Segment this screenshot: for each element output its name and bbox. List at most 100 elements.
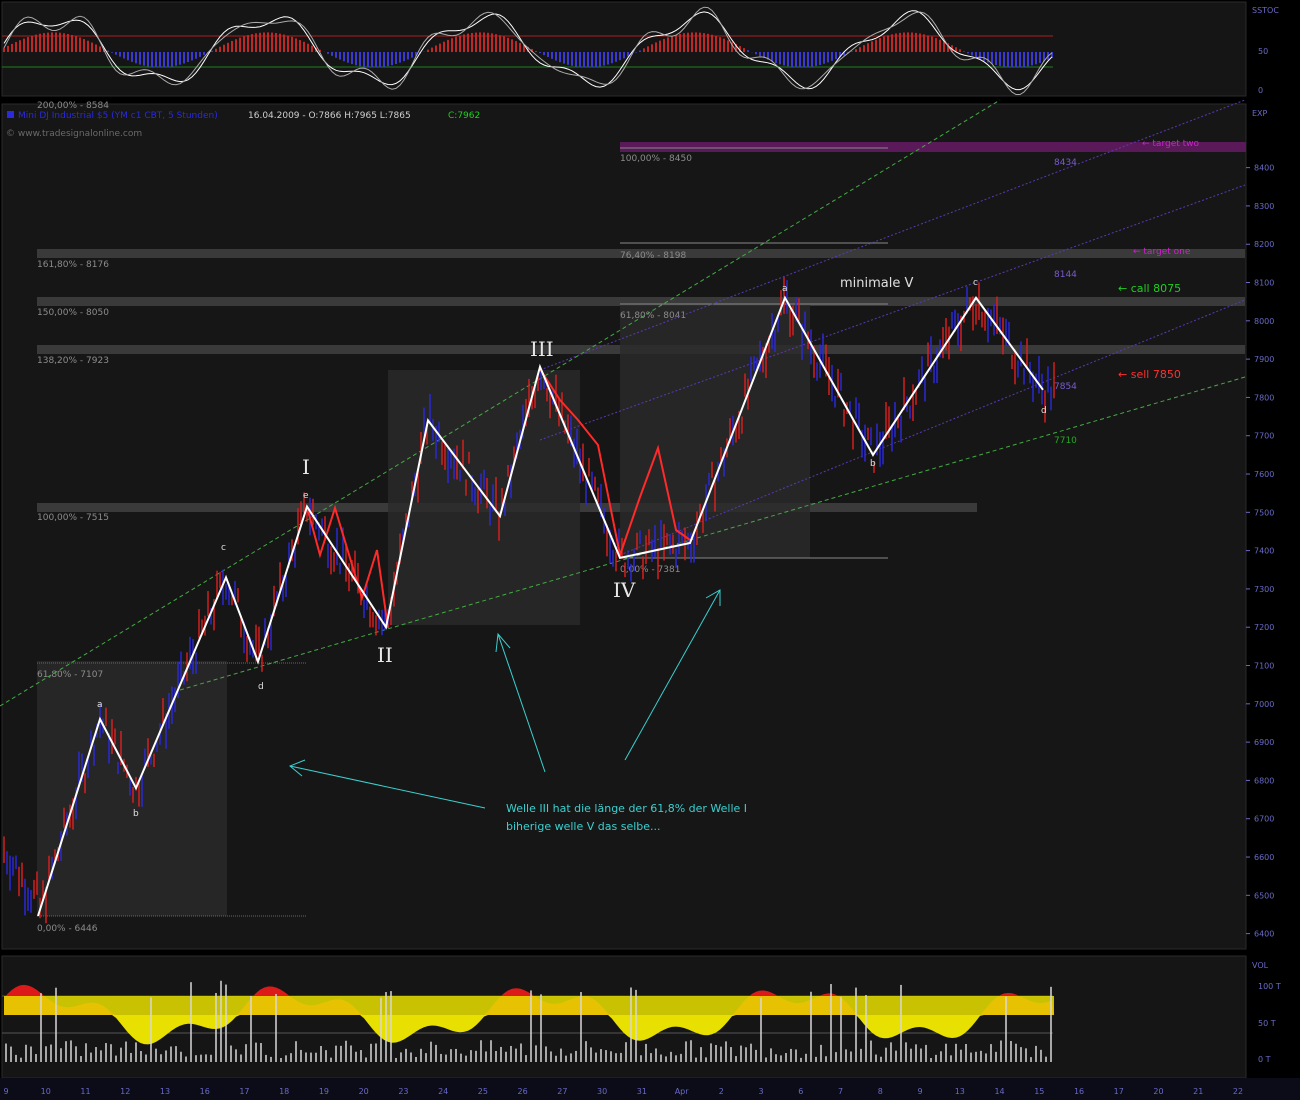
price-tick-label: 7600	[1254, 470, 1274, 479]
fib-band-8050	[37, 297, 1245, 306]
instrument-label: Mini DJ Industrial $5 (YM c1 CBT, 5 Stun…	[18, 111, 218, 121]
close-label: C:7962	[448, 111, 480, 121]
price-tick-label: 7700	[1254, 432, 1274, 441]
date-tick-label: 15	[1034, 1087, 1044, 1096]
sell-label: ← sell 7850	[1118, 368, 1181, 381]
volume-axis-title: VOL	[1252, 961, 1269, 970]
stochastic-panel	[1, 1, 1247, 97]
call-label: ← call 8075	[1118, 282, 1181, 295]
date-tick-label: 6	[798, 1087, 803, 1096]
chart-canvas: SSTOC EXP VOL 50 0 100 T 50 T 0 T Mini D…	[0, 0, 1300, 1100]
date-tick-label: 27	[557, 1087, 567, 1096]
annotation-line-1: Welle III hat die länge der 61,8% der We…	[506, 802, 747, 815]
price-axis-title: EXP	[1252, 109, 1268, 118]
date-tick-label: 13	[160, 1087, 170, 1096]
annotation-line-2: biherige welle V das selbe...	[506, 820, 661, 833]
price-tick-label: 7000	[1254, 700, 1274, 709]
value-8144: 8144	[1054, 270, 1077, 280]
date-tick-label: 17	[239, 1087, 249, 1096]
price-tick-label: 7800	[1254, 393, 1274, 402]
date-tick-label: 24	[438, 1087, 448, 1096]
date-tick-label: 3	[759, 1087, 764, 1096]
ohlc-label: 16.04.2009 - O:7866 H:7965 L:7865	[248, 111, 411, 121]
date-tick-label: 2	[719, 1087, 724, 1096]
subwave-label-b1: b	[133, 809, 139, 819]
price-tick-label: 8400	[1254, 164, 1274, 173]
subwave-label-e1: e	[303, 491, 309, 501]
date-tick-label: 31	[637, 1087, 647, 1096]
fib-label-161: 161,80% - 8176	[37, 260, 109, 270]
value-8434: 8434	[1054, 158, 1077, 168]
price-tick-label: 8000	[1254, 317, 1274, 326]
price-tick-label: 6600	[1254, 853, 1274, 862]
series-legend-swatch	[7, 111, 14, 118]
fib-label-138: 138,20% - 7923	[37, 356, 109, 366]
retr-label-100: 100,00% - 8450	[620, 154, 692, 164]
date-tick-label: 9	[918, 1087, 923, 1096]
retr-label-0: 0,00% - 7381	[620, 565, 680, 575]
date-tick-label: 18	[279, 1087, 289, 1096]
date-tick-label: 25	[478, 1087, 488, 1096]
date-tick-label: 9	[3, 1087, 8, 1096]
retr-label-76: 76,40% - 8198	[620, 251, 686, 261]
subwave-label-c1: c	[221, 543, 226, 553]
subwave-label-a1: a	[97, 700, 103, 710]
price-tick-label: 7200	[1254, 623, 1274, 632]
date-tick-label: 20	[359, 1087, 369, 1096]
subwave-label-c2: c	[973, 278, 978, 288]
date-tick-label: 21	[1193, 1087, 1203, 1096]
fib-label-200: 200,00% - 8584	[37, 101, 109, 111]
retr-label-61: 61,80% - 8041	[620, 311, 686, 321]
date-tick-label: 14	[994, 1087, 1004, 1096]
price-tick-label: 7300	[1254, 585, 1274, 594]
fib-label-0: 0,00% - 6446	[37, 924, 98, 934]
date-tick-label: Apr	[675, 1087, 690, 1096]
subwave-label-d2: d	[1041, 406, 1047, 416]
target-two-label: ← target two	[1142, 139, 1200, 149]
watermark: © www.tradesignalonline.com	[6, 129, 142, 139]
date-tick-label: 22	[1233, 1087, 1243, 1096]
wave-label-ii: II	[377, 643, 393, 667]
date-axis-band	[0, 1078, 1300, 1100]
fib-label-61: 61,80% - 7107	[37, 670, 103, 680]
date-tick-label: 8	[878, 1087, 883, 1096]
price-tick-label: 7900	[1254, 355, 1274, 364]
value-7854: 7854	[1054, 382, 1077, 392]
date-tick-label: 7	[838, 1087, 843, 1096]
target-one-label: ← target one	[1133, 247, 1191, 257]
wave-five-box	[620, 305, 810, 558]
date-tick-label: 23	[398, 1087, 408, 1096]
date-tick-label: 26	[518, 1087, 528, 1096]
wave-one-box	[37, 661, 227, 916]
date-tick-label: 30	[597, 1087, 607, 1096]
price-tick-label: 6400	[1254, 930, 1274, 939]
vol-tick-50: 50 T	[1258, 1019, 1276, 1028]
date-tick-label: 16	[200, 1087, 210, 1096]
vol-yellow-band	[4, 996, 1054, 1015]
date-tick-label: 19	[319, 1087, 329, 1096]
stochastic-axis-title: SSTOC	[1252, 6, 1279, 15]
wave-label-minimal-v: minimale V	[840, 276, 913, 291]
price-tick-label: 6500	[1254, 891, 1274, 900]
date-tick-label: 12	[120, 1087, 130, 1096]
vol-tick-0: 0 T	[1258, 1055, 1271, 1064]
price-tick-label: 7400	[1254, 547, 1274, 556]
subwave-label-d1: d	[258, 682, 264, 692]
price-tick-label: 6700	[1254, 815, 1274, 824]
price-tick-label: 7100	[1254, 662, 1274, 671]
price-tick-label: 8300	[1254, 202, 1274, 211]
fib-label-150: 150,00% - 8050	[37, 308, 109, 318]
price-tick-label: 6900	[1254, 738, 1274, 747]
wave-label-iii: III	[530, 337, 554, 361]
value-7710: 7710	[1054, 436, 1077, 446]
wave-label-iv: IV	[613, 578, 636, 602]
date-tick-label: 13	[955, 1087, 965, 1096]
subwave-label-b2: b	[870, 459, 876, 469]
stoch-tick-50: 50	[1258, 47, 1268, 56]
fib-label-100: 100,00% - 7515	[37, 513, 109, 523]
date-tick-label: 11	[80, 1087, 90, 1096]
price-tick-label: 8200	[1254, 240, 1274, 249]
date-tick-label: 10	[41, 1087, 51, 1096]
price-tick-label: 6800	[1254, 776, 1274, 785]
price-tick-label: 7500	[1254, 508, 1274, 517]
